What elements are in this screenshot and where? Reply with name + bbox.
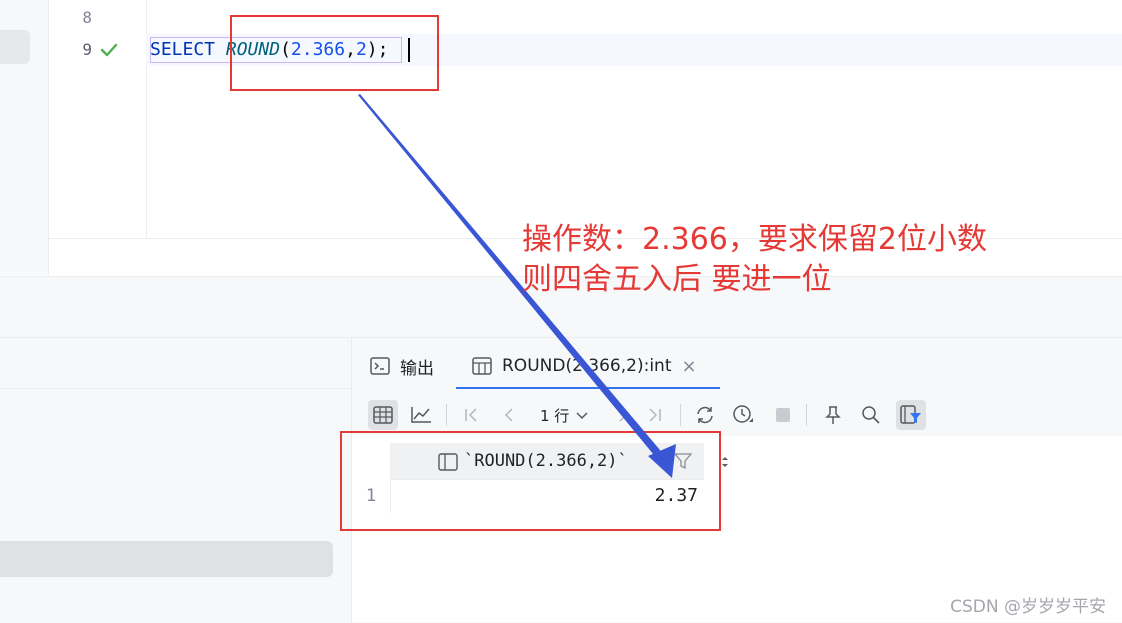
results-tabs: 输出 ROUND(2.366,2):int ×: [352, 344, 1122, 389]
first-page-icon[interactable]: [456, 400, 486, 430]
row-count-label: 1 行: [540, 406, 570, 425]
toolbar-divider: [446, 404, 447, 426]
history-icon[interactable]: [728, 400, 758, 430]
annotation-text: 操作数：2.366，要求保留2位小数 则四舍五入后 要进一位: [522, 220, 987, 300]
toolbar-divider: [806, 404, 807, 426]
next-page-icon[interactable]: [608, 400, 638, 430]
annotation-box-result: [340, 431, 721, 531]
search-icon[interactable]: [856, 400, 886, 430]
sidebar-selected-item[interactable]: [0, 541, 333, 577]
chart-view-icon[interactable]: [406, 400, 436, 430]
line-number-8: 8: [82, 8, 92, 27]
check-icon: [100, 43, 118, 57]
sql-keyword: SELECT: [150, 39, 216, 60]
pin-icon[interactable]: [818, 400, 848, 430]
active-tab-indicator: [456, 387, 720, 389]
filter-panel-icon[interactable]: [896, 400, 926, 430]
table-view-icon[interactable]: [368, 400, 398, 430]
refresh-icon[interactable]: [690, 400, 720, 430]
sort-icon[interactable]: [720, 455, 730, 469]
tab-result-label: ROUND(2.366,2):int: [502, 356, 672, 376]
tab-output[interactable]: 输出: [370, 344, 434, 388]
line-number-9: 9: [82, 40, 92, 59]
services-sidebar: [0, 338, 352, 623]
annotation-line-2: 则四舍五入后 要进一位: [522, 262, 832, 297]
annotation-line-1: 操作数：2.366，要求保留2位小数: [522, 222, 987, 257]
last-page-icon[interactable]: [640, 400, 670, 430]
row-count-selector[interactable]: 1 行: [540, 400, 589, 430]
sidebar-divider: [0, 388, 351, 389]
results-toolbar: 1 行: [352, 396, 1122, 436]
tab-result[interactable]: ROUND(2.366,2):int ×: [472, 344, 697, 388]
close-icon[interactable]: ×: [682, 356, 697, 377]
watermark: CSDN @岁岁岁平安: [950, 597, 1106, 617]
console-icon: [370, 357, 390, 375]
chevron-down-icon: [576, 412, 588, 420]
table-icon: [472, 357, 492, 375]
annotation-box-code: [230, 15, 439, 91]
toolbar-divider: [680, 404, 681, 426]
tab-output-label: 输出: [400, 358, 434, 379]
stop-icon[interactable]: [768, 400, 798, 430]
prev-page-icon[interactable]: [494, 400, 524, 430]
left-strip-selected-item[interactable]: [0, 30, 30, 64]
editor-gutter: [48, 0, 147, 238]
